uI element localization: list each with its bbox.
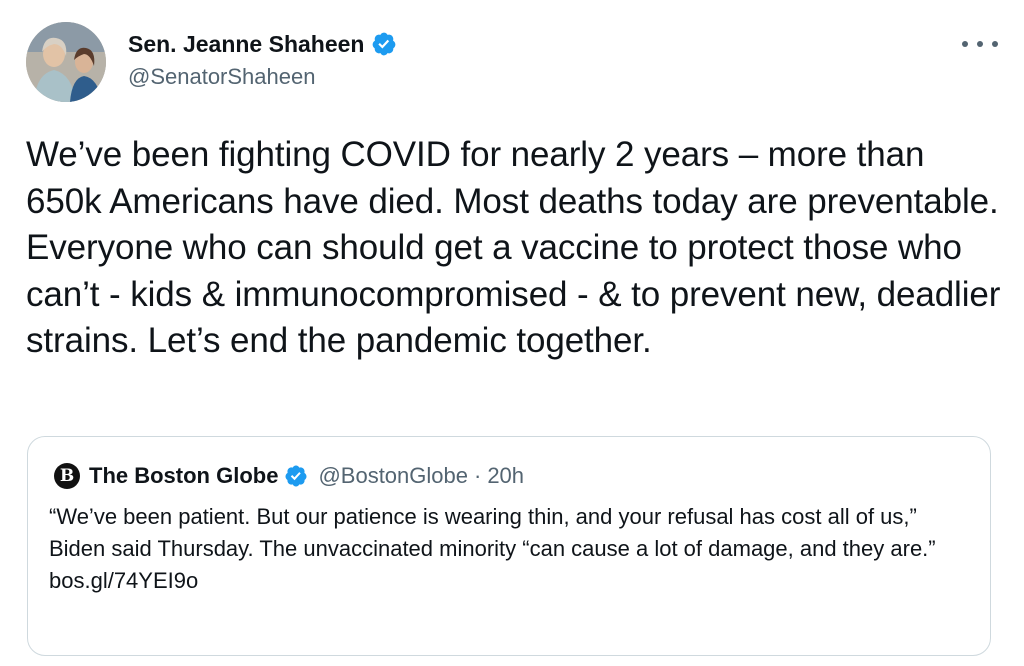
quoted-text-body: “We’ve been patient. But our patience is… [49,504,936,561]
tweet-text: We’ve been fighting COVID for nearly 2 y… [26,135,1001,360]
avatar[interactable] [26,22,106,102]
more-horizontal-icon [962,41,968,47]
verified-badge-icon [373,32,396,56]
boston-globe-logo: B [54,463,80,489]
author-name-row: Sen. Jeanne Shaheen [128,28,397,60]
verified-badge-icon [285,465,307,487]
more-horizontal-icon [992,41,998,47]
quoted-link[interactable]: bos.gl/74YEI9o [49,565,969,597]
tweet-card: Sen. Jeanne Shaheen @SenatorShaheen We’v… [0,0,1024,666]
tweet-author: Sen. Jeanne Shaheen @SenatorShaheen [128,28,397,90]
more-options-button[interactable] [962,34,998,54]
quoted-tweet[interactable]: B The Boston Globe @BostonGlobe · 20h “W… [27,436,991,656]
quoted-tweet-text: “We’ve been patient. But our patience is… [49,501,969,597]
display-name[interactable]: Sen. Jeanne Shaheen [128,31,364,58]
quoted-handle: @BostonGlobe [318,463,468,488]
more-horizontal-icon [977,41,983,47]
separator-dot: · [473,463,482,488]
handle[interactable]: @SenatorShaheen [128,64,397,90]
quoted-tweet-header: B The Boston Globe @BostonGlobe · 20h [54,460,524,492]
quoted-timestamp[interactable]: 20h [487,463,524,489]
quoted-display-name: The Boston Globe [89,463,279,488]
avatar-photo [26,22,106,102]
